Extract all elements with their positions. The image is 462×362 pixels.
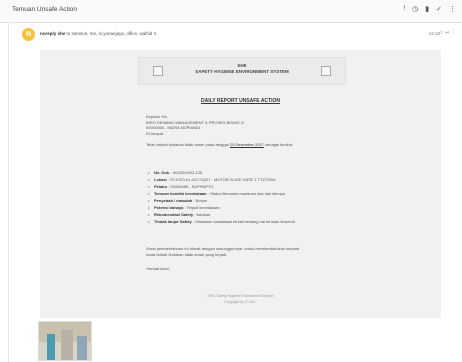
avatar[interactable]: N	[22, 28, 35, 41]
attachment-thumbnail[interactable]	[38, 321, 92, 361]
greeting: Kepada Yth. BIRO DEMAND MANAGEMENT & PRO…	[146, 114, 244, 136]
email-subject: Temuan Unsafe Action	[12, 6, 78, 13]
list-item: Pelaku : 00000086 - SUPRAPTO	[148, 184, 384, 189]
list-item: Lokasi : ST-KSO-KL-017-SQ27 - MOTOR SLID…	[148, 177, 384, 182]
important-icon[interactable]: !	[403, 5, 405, 13]
sender-name: noreply she	[40, 31, 66, 36]
recipients: to samsuri, me, ni.yonanjaya, office, wa…	[66, 31, 157, 36]
check-icon[interactable]: ✓	[436, 5, 442, 13]
email-body: SHE SAFETY HYGIENE ENVIRONMENT SYSTEM DAI…	[40, 50, 441, 318]
list-item: Tindak lanjut Safety : Dilakukan sosiali…	[148, 219, 384, 224]
she-banner: SHE SAFETY HYGIENE ENVIRONMENT SYSTEM	[138, 57, 346, 85]
report-title: DAILY REPORT UNSAFE ACTION	[201, 98, 280, 104]
list-item: Penyebab / masalah : Bosan	[148, 198, 384, 203]
message-header[interactable]: N noreply she to samsuri, me, ni.yonanja…	[0, 28, 462, 46]
closing-text: Surat pemberitahuan ini dibuat dengan se…	[146, 246, 300, 257]
trash-icon[interactable]: ▮	[425, 5, 429, 13]
thread-divider	[8, 22, 9, 362]
signoff: Hormat kami,	[146, 266, 170, 271]
list-item: Temuan kondisi kecelakaan : Status Bersa…	[148, 191, 384, 196]
sender-line[interactable]: noreply she to samsuri, me, ni.yonanjaya…	[40, 31, 157, 37]
footer-line: SHE, Safety Hygiene Environment System	[207, 294, 274, 298]
message-actions-icon[interactable]: ☆ ↩ ⋮	[440, 30, 456, 36]
email-header-bar: Temuan Unsafe Action ! ◷ ▮ ✓ ⋮	[0, 0, 462, 23]
more-icon[interactable]: ⋮	[449, 5, 456, 13]
message-time: 13:18	[428, 31, 440, 36]
list-item: Rekomendasi Safety : lakukan	[148, 212, 384, 217]
footer-copyright: Copyright by IT 2017	[224, 300, 257, 304]
banner-title: SHE SAFETY HYGIENE ENVIRONMENT SYSTEM	[195, 63, 289, 74]
header-toolbar: ! ◷ ▮ ✓ ⋮	[403, 5, 456, 13]
list-item: No. Dok : IN/2000/002-128	[148, 170, 384, 175]
list-item: Potensi bahaya : Terjadi kecelakaan	[148, 205, 384, 210]
clock-icon[interactable]: ◷	[412, 5, 418, 13]
intro-text: Telah terjadi tindakan tidak aman pada t…	[146, 142, 294, 147]
